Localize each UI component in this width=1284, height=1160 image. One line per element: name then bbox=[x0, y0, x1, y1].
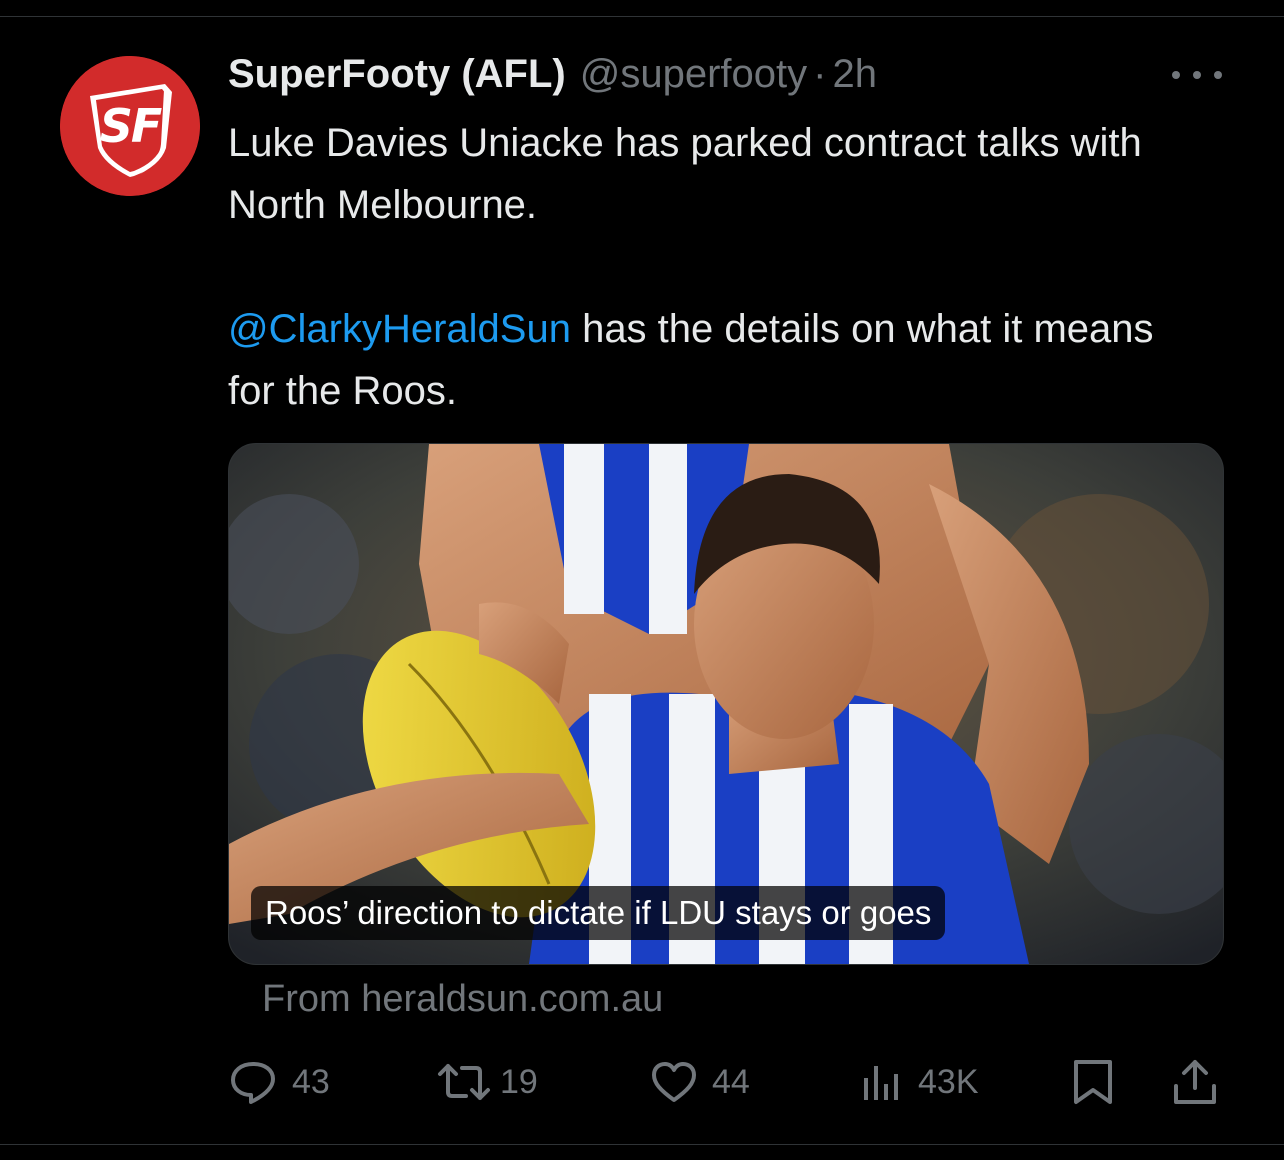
superfooty-logo-icon: SF bbox=[60, 56, 200, 196]
share-icon bbox=[1174, 1060, 1216, 1104]
separator: · bbox=[813, 52, 827, 96]
more-dot bbox=[1193, 71, 1201, 79]
top-divider bbox=[0, 16, 1284, 17]
mention-link[interactable]: @ClarkyHeraldSun bbox=[228, 307, 571, 351]
reply-count: 43 bbox=[292, 1062, 330, 1101]
repost-icon bbox=[438, 1064, 490, 1100]
tweet-header: SuperFooty (AFL) @superfooty · 2h bbox=[228, 52, 877, 100]
repost-button[interactable]: 19 bbox=[436, 1058, 538, 1106]
views-count: 43K bbox=[918, 1062, 979, 1101]
reply-icon bbox=[231, 1062, 275, 1104]
tweet-text-line2: @ClarkyHeraldSun has the details on what… bbox=[228, 298, 1208, 422]
card-source[interactable]: From heraldsun.com.au bbox=[262, 978, 663, 1021]
link-card[interactable]: Roos’ direction to dictate if LDU stays … bbox=[228, 443, 1224, 965]
display-name[interactable]: SuperFooty (AFL) bbox=[228, 52, 566, 97]
like-button[interactable]: 44 bbox=[650, 1058, 750, 1106]
timestamp[interactable]: 2h bbox=[832, 52, 877, 97]
handle[interactable]: @superfooty bbox=[580, 52, 807, 97]
card-caption: Roos’ direction to dictate if LDU stays … bbox=[251, 886, 946, 940]
tweet-text: Luke Davies Uniacke has parked contract … bbox=[228, 112, 1208, 422]
more-dot bbox=[1214, 71, 1222, 79]
analytics-icon bbox=[864, 1066, 898, 1100]
bookmark-icon bbox=[1074, 1060, 1112, 1104]
more-options-icon[interactable] bbox=[1172, 60, 1222, 90]
more-dot bbox=[1172, 71, 1180, 79]
action-bar: 43 19 44 43K bbox=[0, 1052, 1284, 1112]
bottom-divider bbox=[0, 1144, 1284, 1145]
svg-text:SF: SF bbox=[100, 99, 162, 153]
repost-count: 19 bbox=[500, 1062, 538, 1101]
heart-icon bbox=[652, 1062, 696, 1102]
tweet-text-line1: Luke Davies Uniacke has parked contract … bbox=[228, 121, 1142, 227]
bookmark-button[interactable] bbox=[1072, 1058, 1114, 1106]
avatar[interactable]: SF bbox=[60, 56, 200, 196]
like-count: 44 bbox=[712, 1062, 750, 1101]
reply-button[interactable]: 43 bbox=[228, 1058, 330, 1106]
views-button[interactable]: 43K bbox=[860, 1058, 979, 1106]
share-button[interactable] bbox=[1172, 1058, 1218, 1106]
